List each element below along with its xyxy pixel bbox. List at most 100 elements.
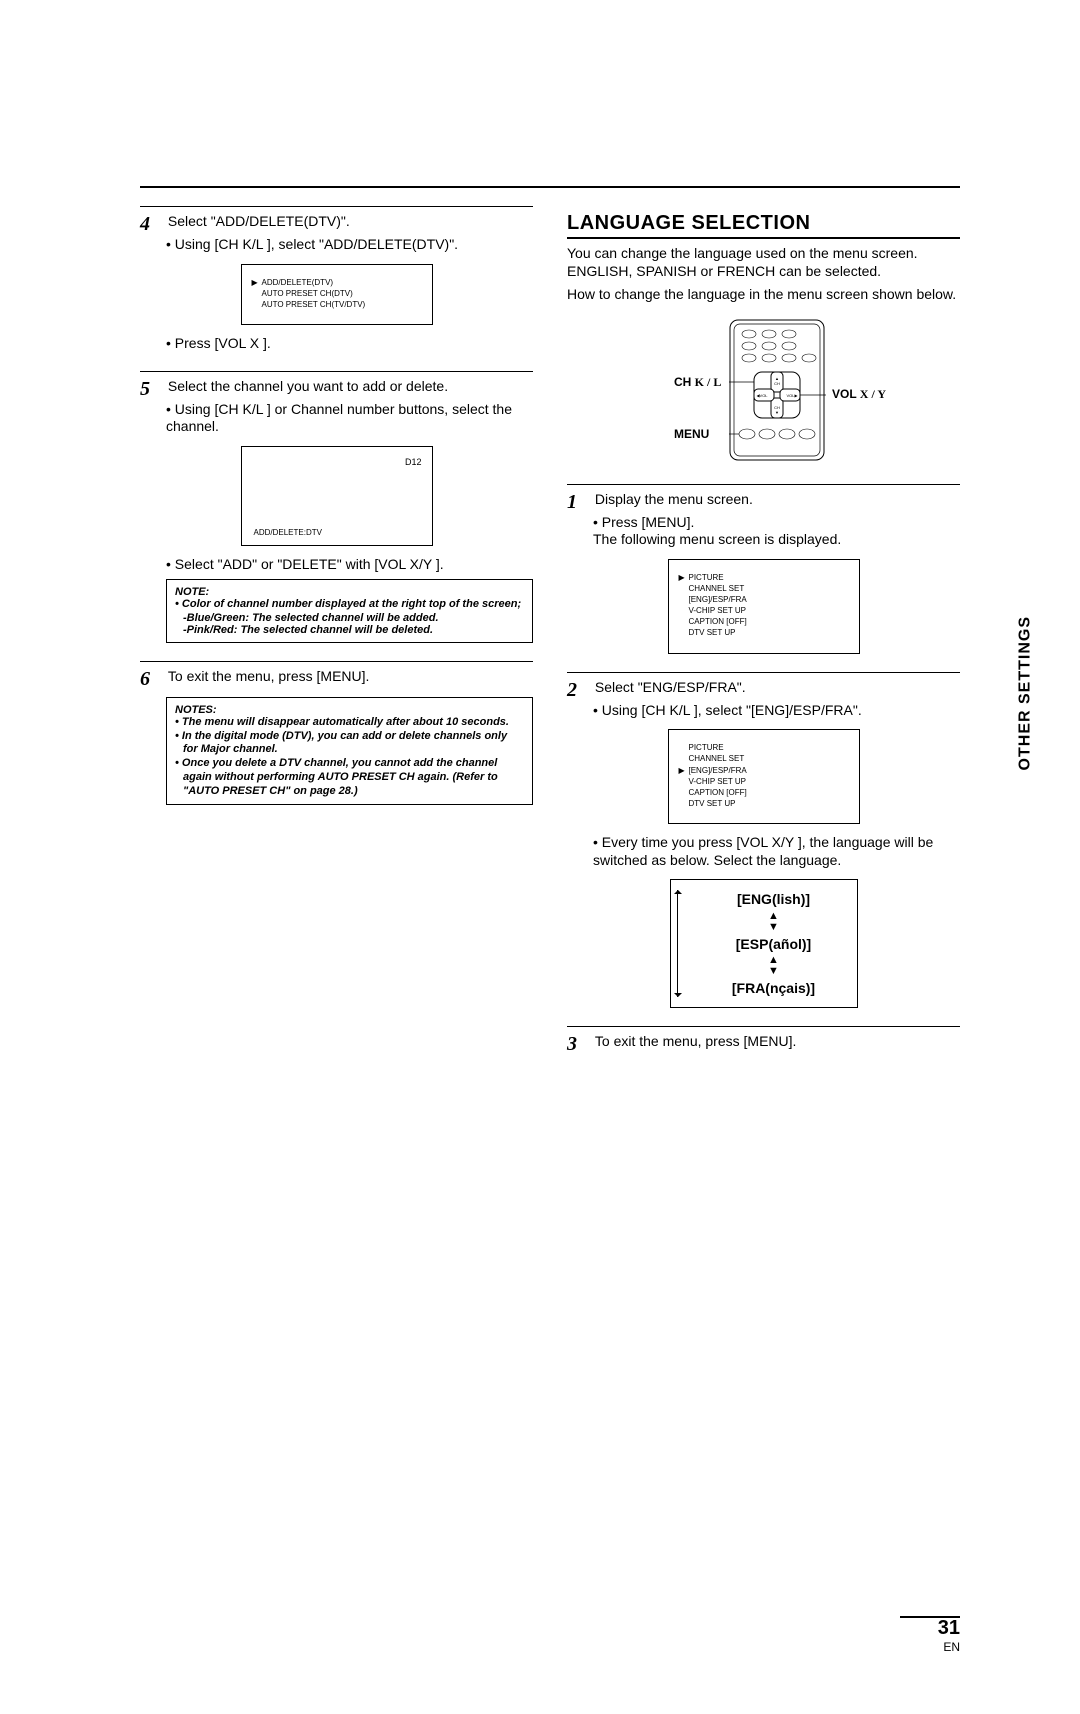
vol-label: VOL X / Y: [832, 387, 886, 401]
svg-text:+100: +100: [784, 356, 794, 361]
menu-line: PICTURE: [689, 743, 724, 752]
menu-line: [ENG]/ESP/FRA: [689, 595, 747, 604]
svg-text:MENU: MENU: [741, 432, 753, 437]
side-tab: OTHER SETTINGS: [1016, 616, 1034, 770]
bullet-text: Press [MENU].: [602, 514, 695, 530]
bullet-text: Using [CH K/L ] or Channel number button…: [166, 401, 512, 435]
note-item: The menu will disappear automatically af…: [175, 716, 524, 730]
menu-line: ADD/DELETE(DTV): [262, 278, 334, 287]
menu-diagram: ▶PICTURE CHANNEL SET [ENG]/ESP/FRA V-CHI…: [668, 559, 860, 654]
menu-line: V-CHIP SET UP: [689, 777, 747, 786]
title-rule: [567, 237, 960, 239]
pointer-icon: ▶: [679, 765, 689, 776]
svg-text:6: 6: [787, 332, 790, 338]
step-5: 5 Select the channel you want to add or …: [140, 378, 533, 643]
svg-text:RETURN: RETURN: [800, 349, 817, 354]
rule: [567, 672, 960, 673]
svg-text:4: 4: [747, 332, 750, 338]
menu-label: MENU: [674, 427, 709, 441]
cycle-arrow-icon: [677, 890, 692, 997]
page-number: 31: [938, 1617, 960, 1639]
note-sub: -Blue/Green: The selected channel will b…: [175, 612, 524, 624]
remote-control-illustration: 4 5 6 7 8 9 0 +100 CHANNEL RETURN: [614, 316, 914, 466]
menu-line: DTV SET UP: [689, 799, 736, 808]
intro-text: You can change the language used on the …: [567, 245, 960, 280]
rule: [567, 484, 960, 485]
menu-line: CHANNEL SET: [689, 754, 745, 763]
intro-text-2: How to change the language in the menu s…: [567, 286, 960, 304]
lang-option: [ENG(lish)]: [699, 888, 849, 910]
columns: 4 Select "ADD/DELETE(DTV)". • Using [CH …: [140, 188, 960, 1056]
step-3: 3 To exit the menu, press [MENU].: [567, 1033, 960, 1056]
page-number-block: 31 EN: [938, 1617, 960, 1654]
step-text: Select "ENG/ESP/FRA".: [595, 679, 915, 697]
step-4: 4 Select "ADD/DELETE(DTV)". • Using [CH …: [140, 213, 533, 353]
svg-text:VOL▶: VOL▶: [786, 393, 798, 398]
press-text: Press [VOL X ].: [175, 335, 271, 351]
menu-line: [ENG]/ESP/FRA: [689, 766, 747, 775]
svg-text:◀VOL: ◀VOL: [756, 393, 768, 398]
step-text: Display the menu screen.: [595, 491, 915, 509]
every-time-press: • Every time you press [VOL X/Y ], the l…: [593, 834, 960, 869]
rule: [140, 371, 533, 372]
svg-text:5: 5: [767, 332, 770, 338]
lang-option: [FRA(nçais)]: [699, 977, 849, 999]
menu-line: CAPTION [OFF]: [689, 788, 747, 797]
note-title: NOTE:: [175, 586, 524, 598]
menu-diagram: PICTURE CHANNEL SET ▶[ENG]/ESP/FRA V-CHI…: [668, 729, 860, 824]
adddelete-label: ADD/DELETE:DTV: [254, 528, 322, 537]
lang-option: [ESP(añol)]: [699, 933, 849, 955]
step-number: 5: [140, 378, 158, 401]
manual-page: 4 Select "ADD/DELETE(DTV)". • Using [CH …: [0, 186, 1080, 1714]
pointer-icon: ▶: [679, 572, 689, 583]
svg-text:▼: ▼: [775, 410, 779, 415]
step-number: 6: [140, 668, 158, 691]
step-sub: The following menu screen is displayed.: [593, 531, 960, 549]
right-column: LANGUAGE SELECTION You can change the la…: [567, 188, 960, 1056]
svg-text:SLEEP: SLEEP: [780, 432, 793, 437]
notes-box: NOTES: The menu will disappear automatic…: [166, 697, 533, 806]
svg-text:0: 0: [767, 356, 770, 362]
pointer-icon: ▶: [252, 277, 262, 288]
menu-diagram: ▶ADD/DELETE(DTV) AUTO PRESET CH(DTV) AUT…: [241, 264, 433, 326]
step-number: 4: [140, 213, 158, 236]
note-sub: -Pink/Red: The selected channel will be …: [175, 624, 524, 636]
note-box: NOTE: Color of channel number displayed …: [166, 579, 533, 643]
svg-text:9: 9: [787, 344, 790, 350]
menu-line: CAPTION [OFF]: [689, 617, 747, 626]
rule: [140, 206, 533, 207]
channel-diagram: D12 ADD/DELETE:DTV: [241, 446, 433, 546]
step-bullet: • Using [CH K/L ], select "ADD/DELETE(DT…: [166, 236, 533, 254]
step-2: 2 Select "ENG/ESP/FRA". • Using [CH K/L …: [567, 679, 960, 1009]
notes-title: NOTES:: [175, 704, 524, 716]
step-bullet: • Using [CH K/L ] or Channel number butt…: [166, 401, 533, 436]
step-bullet: • Using [CH K/L ], select "[ENG]/ESP/FRA…: [593, 702, 960, 720]
page-language: EN: [938, 1640, 960, 1654]
bullet-text: Using [CH K/L ], select "[ENG]/ESP/FRA".: [602, 702, 862, 718]
updown-arrow-icon: ▲▼: [699, 955, 849, 977]
step-6: 6 To exit the menu, press [MENU]. NOTES:…: [140, 668, 533, 806]
svg-text:8: 8: [767, 344, 770, 350]
step-number: 1: [567, 491, 585, 514]
step-bullet: • Press [MENU].: [593, 514, 960, 532]
left-column: 4 Select "ADD/DELETE(DTV)". • Using [CH …: [140, 188, 533, 1056]
bullet-text: Using [CH K/L ], select "ADD/DELETE(DTV)…: [175, 236, 458, 252]
step-number: 3: [567, 1033, 585, 1056]
menu-line: DTV SET UP: [689, 628, 736, 637]
svg-text:7: 7: [747, 344, 750, 350]
menu-line: AUTO PRESET CH(TV/DTV): [262, 300, 366, 309]
step-text: Select "ADD/DELETE(DTV)".: [168, 213, 488, 231]
menu-line: V-CHIP SET UP: [689, 606, 747, 615]
step-text: To exit the menu, press [MENU].: [595, 1033, 915, 1051]
step-text: To exit the menu, press [MENU].: [168, 668, 488, 686]
note-item: Color of channel number displayed at the…: [175, 598, 524, 612]
step-number: 2: [567, 679, 585, 702]
ch-label: CH K / L: [674, 375, 721, 389]
select-add-delete: • Select "ADD" or "DELETE" with [VOL X/Y…: [166, 556, 533, 574]
svg-text:SELECT: SELECT: [759, 444, 775, 449]
updown-arrow-icon: ▲▼: [699, 911, 849, 933]
language-cycle-diagram: [ENG(lish)] ▲▼ [ESP(añol)] ▲▼ [FRA(nçais…: [670, 879, 858, 1008]
menu-line: AUTO PRESET CH(DTV): [262, 289, 353, 298]
rule: [140, 661, 533, 662]
note-item: In the digital mode (DTV), you can add o…: [175, 730, 524, 758]
